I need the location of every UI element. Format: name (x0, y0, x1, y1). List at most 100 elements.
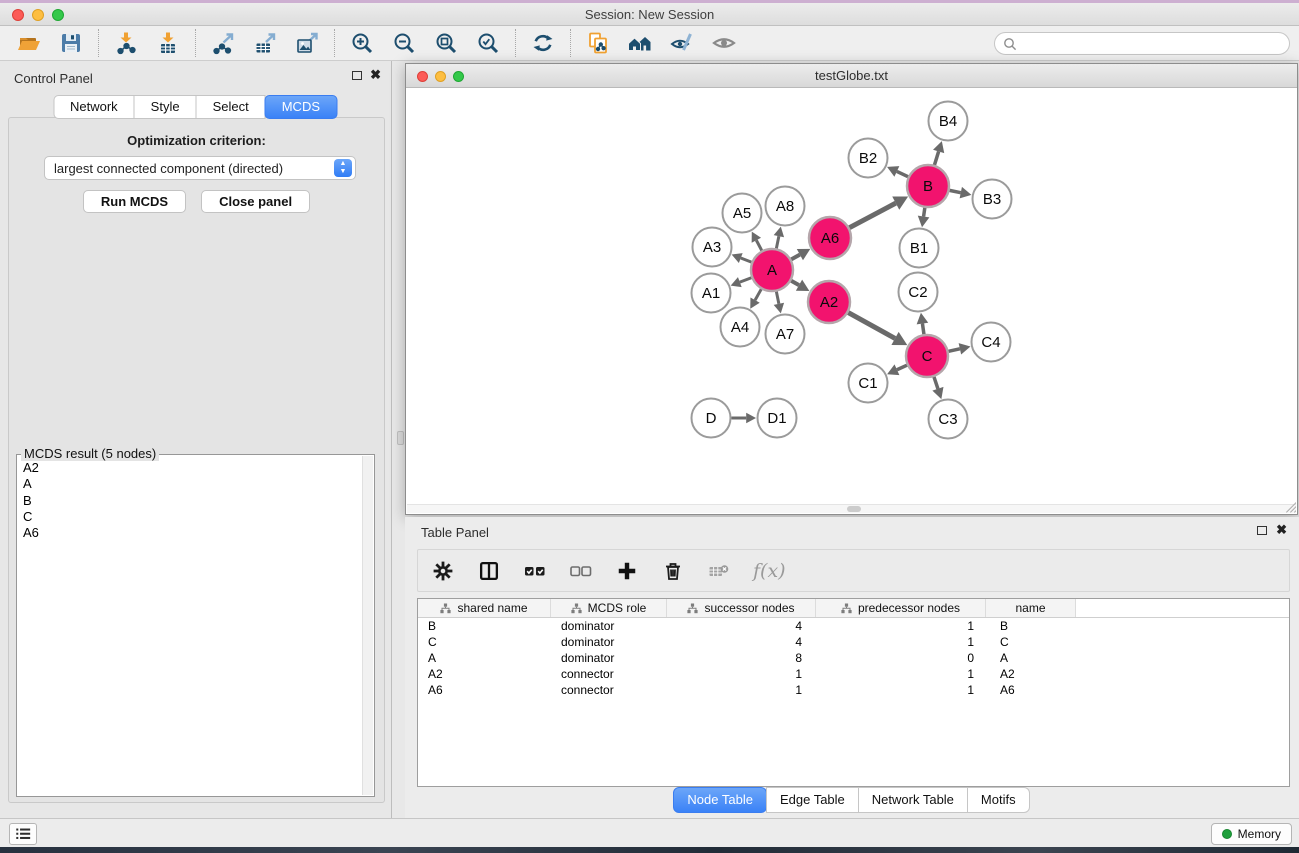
mcds-result-list[interactable]: A2ABCA6 (19, 460, 361, 794)
graph-edge-A2-C[interactable] (848, 313, 895, 339)
table-cell[interactable]: 1 (816, 666, 986, 682)
result-item[interactable]: A (19, 476, 361, 492)
select-all-button[interactable] (523, 559, 547, 583)
delete-column-button[interactable] (661, 559, 685, 583)
zoom-in-button[interactable] (341, 26, 383, 60)
add-column-button[interactable] (615, 559, 639, 583)
graph-edge-C-C4[interactable] (948, 349, 959, 351)
memory-button[interactable]: Memory (1211, 823, 1292, 845)
show-graphics-details-button[interactable] (703, 26, 745, 60)
table-cell[interactable]: connector (551, 666, 667, 682)
table-row[interactable]: A2connector11A2 (418, 666, 1289, 682)
table-cell[interactable]: A6 (418, 682, 551, 698)
table-cell[interactable]: A6 (986, 682, 1076, 698)
zoom-out-button[interactable] (383, 26, 425, 60)
graph-node-A1[interactable]: A1 (692, 274, 731, 313)
table-cell[interactable]: 0 (816, 650, 986, 666)
graph-edge-A-A2[interactable] (791, 281, 799, 285)
tab-style[interactable]: Style (134, 95, 197, 119)
zoom-fit-button[interactable] (425, 26, 467, 60)
graph-node-B2[interactable]: B2 (849, 139, 888, 178)
run-mcds-button[interactable]: Run MCDS (83, 190, 186, 213)
tab-edge-table[interactable]: Edge Table (766, 787, 859, 813)
network-horizontal-scrollbar-thumb[interactable] (847, 506, 861, 512)
graph-edge-B-B2[interactable] (897, 171, 908, 176)
table-cell[interactable]: 8 (667, 650, 816, 666)
close-panel-icon[interactable]: ✖ (370, 70, 381, 80)
graph-edge-A-A1[interactable] (740, 278, 752, 282)
close-panel-button[interactable]: Close panel (201, 190, 310, 213)
network-horizontal-scrollbar[interactable] (407, 504, 1296, 513)
search-field[interactable] (994, 32, 1290, 55)
float-table-panel-icon[interactable] (1257, 526, 1267, 535)
graph-node-C2[interactable]: C2 (899, 273, 938, 312)
graph-edge-A-A5[interactable] (756, 240, 761, 250)
column-header-predecessor-nodes[interactable]: predecessor nodes (816, 599, 986, 617)
graph-node-A2[interactable]: A2 (808, 281, 850, 323)
table-cell[interactable]: B (986, 618, 1076, 634)
tab-motifs[interactable]: Motifs (967, 787, 1030, 813)
export-network-button[interactable] (202, 26, 244, 60)
table-cell[interactable]: C (418, 634, 551, 650)
open-session-button[interactable] (8, 26, 50, 60)
table-row[interactable]: Bdominator41B (418, 618, 1289, 634)
graph-node-B[interactable]: B (907, 165, 949, 207)
table-cell[interactable]: 1 (667, 682, 816, 698)
home-cybrowser-button[interactable] (619, 26, 661, 60)
table-cell[interactable]: dominator (551, 634, 667, 650)
table-cell[interactable]: A2 (418, 666, 551, 682)
graph-node-D1[interactable]: D1 (758, 399, 797, 438)
graph-edge-C-C1[interactable] (897, 365, 907, 370)
table-cell[interactable]: connector (551, 682, 667, 698)
tab-network-table[interactable]: Network Table (858, 787, 968, 813)
table-cell[interactable]: 4 (667, 634, 816, 650)
float-panel-icon[interactable] (352, 71, 362, 80)
column-header-name[interactable]: name (986, 599, 1076, 617)
network-vertical-scrollbar-thumb[interactable] (397, 431, 404, 445)
table-cell[interactable]: A (986, 650, 1076, 666)
table-cell[interactable]: B (418, 618, 551, 634)
graph-node-A7[interactable]: A7 (766, 315, 805, 354)
network-window-titlebar[interactable]: testGlobe.txt (406, 64, 1297, 88)
graph-node-C1[interactable]: C1 (849, 364, 888, 403)
unselect-all-button[interactable] (569, 559, 593, 583)
column-header-successor-nodes[interactable]: successor nodes (667, 599, 816, 617)
column-header-MCDS-role[interactable]: MCDS role (551, 599, 667, 617)
apply-layout-button[interactable] (522, 26, 564, 60)
graph-node-D[interactable]: D (692, 399, 731, 438)
graph-edge-A-A4[interactable] (755, 289, 761, 300)
table-settings-button[interactable] (431, 559, 455, 583)
table-cell[interactable]: A (418, 650, 551, 666)
column-header-shared-name[interactable]: shared name (418, 599, 551, 617)
table-cell[interactable]: A2 (986, 666, 1076, 682)
result-item[interactable]: C (19, 509, 361, 525)
graph-node-A8[interactable]: A8 (766, 187, 805, 226)
table-cell[interactable]: 1 (816, 618, 986, 634)
result-item[interactable]: B (19, 493, 361, 509)
table-cell[interactable]: C (986, 634, 1076, 650)
table-cell[interactable]: dominator (551, 618, 667, 634)
graph-edge-A-A8[interactable] (776, 236, 778, 248)
table-cell[interactable]: dominator (551, 650, 667, 666)
save-session-button[interactable] (50, 26, 92, 60)
graph-node-A5[interactable]: A5 (723, 194, 762, 233)
export-image-button[interactable] (286, 26, 328, 60)
table-cell[interactable]: 1 (816, 634, 986, 650)
graph-edge-C-C3[interactable] (934, 377, 938, 389)
optimization-criterion-select[interactable]: largest connected component (directed) ▲… (44, 156, 356, 180)
tab-node-table[interactable]: Node Table (673, 787, 767, 813)
zoom-selected-button[interactable] (467, 26, 509, 60)
table-cell[interactable]: 1 (816, 682, 986, 698)
graph-edge-A-A3[interactable] (741, 258, 752, 262)
graph-node-B3[interactable]: B3 (973, 180, 1012, 219)
import-table-button[interactable] (147, 26, 189, 60)
graph-node-B1[interactable]: B1 (900, 229, 939, 268)
hide-graphics-details-button[interactable] (661, 26, 703, 60)
graph-edge-A-A6[interactable] (791, 255, 800, 260)
graph-node-A4[interactable]: A4 (721, 308, 760, 347)
graph-node-C3[interactable]: C3 (929, 400, 968, 439)
graph-node-C4[interactable]: C4 (972, 323, 1011, 362)
export-table-button[interactable] (244, 26, 286, 60)
tab-select[interactable]: Select (196, 95, 266, 119)
duplicate-network-button[interactable] (577, 26, 619, 60)
